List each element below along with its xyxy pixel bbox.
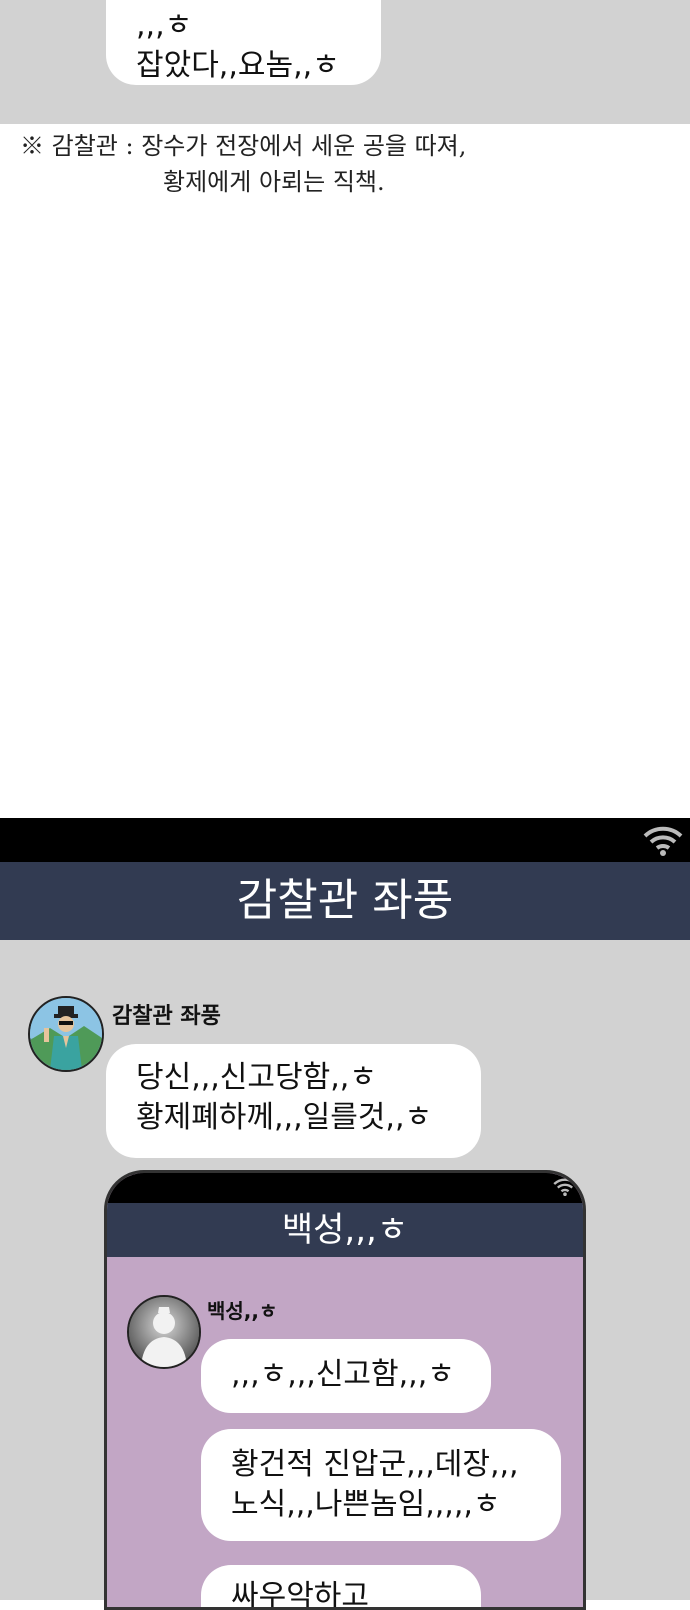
inner-status-bar (107, 1173, 583, 1203)
message-line: 황건적 진압군,,,데장,,, (231, 1447, 519, 1482)
previous-chat-panel: ,,,ㅎ 잡았다,,요놈,,ㅎ (0, 0, 690, 124)
message-line: 싸우악하고 (231, 1579, 369, 1610)
status-bar (0, 818, 690, 862)
message-line: 잡았다,,요놈,,ㅎ (136, 48, 340, 83)
message-bubble: 당신,,,신고당함,,ㅎ 황제폐하께,,,일를것,,ㅎ (106, 1044, 481, 1158)
avatar-official-image (30, 998, 102, 1070)
wifi-icon (643, 826, 683, 856)
footnote-line: 황제에게 아뢰는 직책. (163, 168, 385, 196)
sender-name: 감찰관 좌풍 (112, 1004, 221, 1029)
footnote: ※ 감찰관 : 장수가 전장에서 세운 공을 따져, 황제에게 아뢰는 직책. (20, 128, 466, 200)
wifi-icon (553, 1178, 577, 1196)
footnote-line: ※ 감찰관 : 장수가 전장에서 세운 공을 따져, (20, 132, 467, 160)
message-bubble: ,,,ㅎ,,,신고함,,,ㅎ (201, 1339, 491, 1413)
avatar-silhouette-image (129, 1297, 199, 1367)
message-bubble: 황건적 진압군,,,데장,,, 노식,,,나쁜놈임,,,,,ㅎ (201, 1429, 561, 1541)
inner-chat-title: 백성,,,ㅎ (107, 1203, 583, 1257)
sender-name: 백성,,ㅎ (207, 1299, 278, 1323)
message-line: ,,,ㅎ,,,신고함,,,ㅎ (231, 1357, 455, 1392)
chat-title: 감찰관 좌풍 (0, 862, 690, 940)
message-line: 당신,,,신고당함,,ㅎ (136, 1060, 377, 1095)
inner-phone-screen: 백성,,,ㅎ 백성,,ㅎ ,,,ㅎ,,,신고함,,,ㅎ 황건적 진압군,,,데장… (104, 1170, 586, 1610)
avatar-silhouette[interactable] (127, 1295, 201, 1369)
message-bubble: 싸우악하고 (201, 1565, 481, 1610)
message-line: 황제폐하께,,,일를것,,ㅎ (136, 1100, 433, 1135)
avatar-official[interactable] (28, 996, 104, 1072)
message-line: ,,,ㅎ (136, 8, 193, 43)
message-line: 노식,,,나쁜놈임,,,,,ㅎ (231, 1487, 501, 1522)
message-bubble: ,,,ㅎ 잡았다,,요놈,,ㅎ (106, 0, 381, 85)
